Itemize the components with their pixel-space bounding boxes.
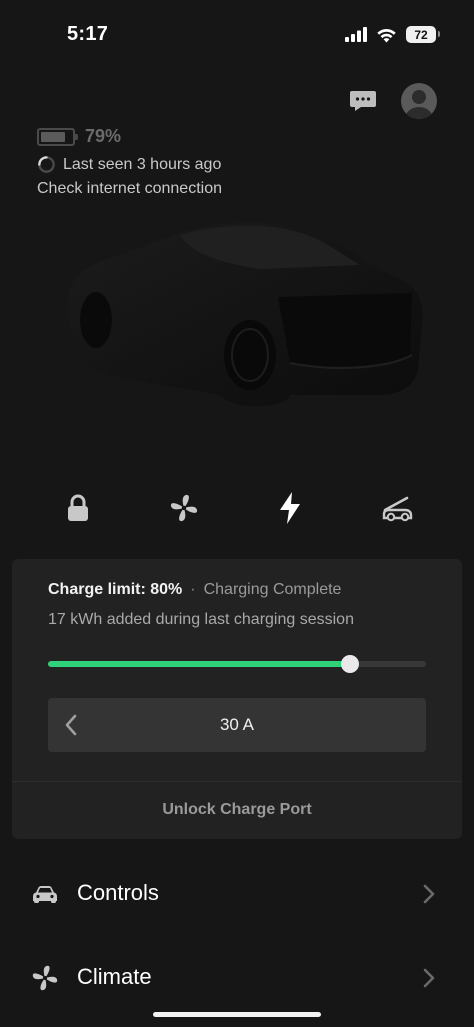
status-indicators: 72 xyxy=(345,26,440,43)
bolt-icon xyxy=(280,492,300,524)
connection-message: Check internet connection xyxy=(37,180,222,197)
charging-panel: Charge limit: 80% · Charging Complete 17… xyxy=(12,559,462,839)
frunk-button[interactable] xyxy=(379,490,415,526)
vehicle-battery-fill xyxy=(41,131,65,142)
lock-icon xyxy=(68,494,88,521)
chevron-right-icon xyxy=(423,884,435,904)
menu-item-climate[interactable]: Climate xyxy=(0,948,474,1008)
charge-current-value: 30 A xyxy=(219,715,255,734)
menu-item-label: Climate xyxy=(77,964,152,989)
slider-thumb[interactable] xyxy=(341,655,360,673)
charge-current-selector: 30 A xyxy=(48,698,426,752)
cellular-signal-icon xyxy=(345,27,367,42)
unlock-charge-port-button[interactable]: Unlock Charge Port xyxy=(12,781,462,839)
vehicle-battery: 79% xyxy=(37,126,121,147)
menu-item-label: Controls xyxy=(77,880,159,905)
fan-icon xyxy=(32,965,58,991)
charge-summary: Charge limit: 80% · Charging Complete xyxy=(48,581,341,599)
wifi-icon xyxy=(377,28,396,42)
app-screen: 5:17 72 79% Last seen 3 hours ago Check … xyxy=(0,0,474,1027)
decrease-amps-button[interactable] xyxy=(60,712,82,738)
phone-battery-indicator: 72 xyxy=(406,26,440,43)
slider-fill xyxy=(48,661,351,667)
home-indicator[interactable] xyxy=(153,1012,321,1017)
menu-icon-wrap xyxy=(30,879,60,909)
chevron-left-icon xyxy=(65,714,77,736)
menu-icon-wrap xyxy=(30,963,60,993)
climate-fan-button[interactable] xyxy=(166,490,202,526)
charging-button[interactable] xyxy=(272,490,308,526)
status-time: 5:17 xyxy=(67,23,109,45)
charge-limit-slider[interactable] xyxy=(48,655,426,673)
loading-spinner-icon xyxy=(38,156,55,173)
lock-button[interactable] xyxy=(60,490,96,526)
fan-icon xyxy=(170,494,198,522)
user-icon xyxy=(405,90,433,119)
frunk-icon xyxy=(382,496,413,522)
profile-avatar-button[interactable] xyxy=(401,83,437,119)
menu-item-controls[interactable]: Controls xyxy=(0,864,474,924)
messages-button[interactable] xyxy=(349,90,377,112)
vehicle-battery-icon xyxy=(37,127,78,146)
car-icon xyxy=(33,886,57,903)
chat-bubble-icon xyxy=(350,91,376,111)
charging-state: Charging Complete xyxy=(203,581,342,598)
last-seen-status: Last seen 3 hours ago xyxy=(37,155,221,174)
separator-dot: · xyxy=(190,581,196,598)
last-seen-text: Last seen 3 hours ago xyxy=(63,155,222,173)
chevron-right-icon xyxy=(423,968,435,988)
charge-limit-label: Charge limit: 80% xyxy=(48,581,183,598)
vehicle-battery-percent: 79% xyxy=(85,126,122,146)
charging-session-info: 17 kWh added during last charging sessio… xyxy=(48,611,354,628)
vehicle-image[interactable] xyxy=(60,205,430,420)
